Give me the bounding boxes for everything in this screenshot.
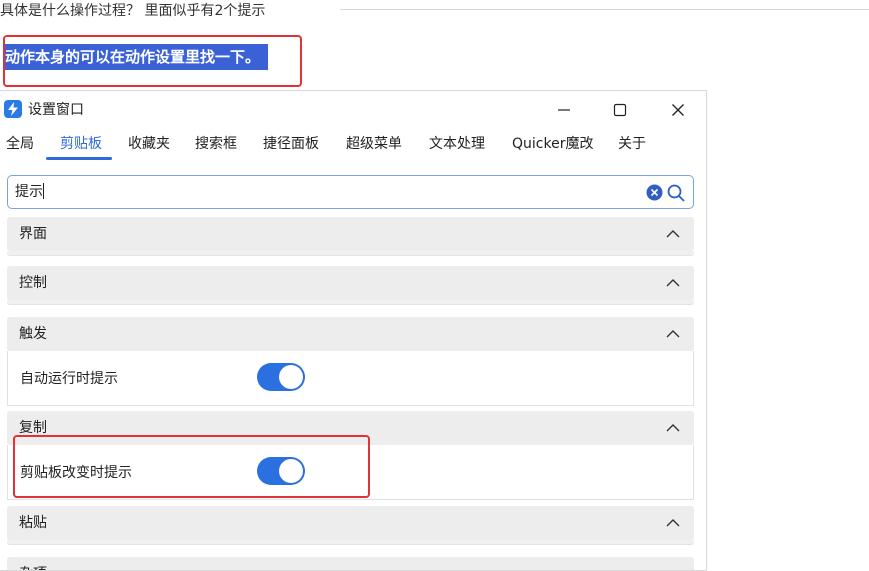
section-header[interactable]: 控制 xyxy=(7,266,694,300)
window-title: 设置窗口 xyxy=(28,102,84,118)
tab-quicker-mod[interactable]: Quicker魔改 xyxy=(512,129,593,163)
app-logo-icon xyxy=(4,100,22,118)
setting-label-auto-run-prompt: 自动运行时提示 xyxy=(20,371,118,387)
auto-run-prompt-toggle[interactable] xyxy=(257,363,305,391)
section-body: 剪贴板改变时提示 xyxy=(7,445,694,500)
close-icon xyxy=(672,104,684,116)
section-header[interactable]: 复制 xyxy=(7,411,694,445)
section-header[interactable]: 触发 xyxy=(7,317,694,351)
chevron-up-icon xyxy=(666,230,680,238)
tab-super-menu[interactable]: 超级菜单 xyxy=(346,129,402,163)
toggle-knob xyxy=(279,365,303,389)
chevron-up-icon xyxy=(665,566,681,571)
section-body: 自动运行时提示 xyxy=(7,351,694,406)
search-input[interactable]: 提示 xyxy=(7,175,694,209)
tab-about[interactable]: 关于 xyxy=(618,129,646,163)
tab-text-processing[interactable]: 文本处理 xyxy=(429,129,485,163)
section-title: 界面 xyxy=(19,226,47,242)
minimize-button[interactable] xyxy=(548,95,580,125)
chevron-up-icon xyxy=(666,330,680,338)
chevron-up-icon xyxy=(666,279,680,287)
annotation-box-answer xyxy=(3,35,302,87)
section-header[interactable]: 粘贴 xyxy=(7,506,694,540)
clipboard-change-prompt-toggle[interactable] xyxy=(257,457,305,485)
question-text: 具体是什么操作过程？ 里面似乎有2个提示 xyxy=(0,3,266,19)
section-title: 杂项 xyxy=(19,565,47,570)
toggle-knob xyxy=(279,459,303,483)
section-title: 控制 xyxy=(19,275,47,291)
section-title: 触发 xyxy=(19,326,47,342)
minimize-icon xyxy=(558,109,570,111)
chevron-up-icon xyxy=(666,519,680,527)
tab-favorites[interactable]: 收藏夹 xyxy=(128,129,170,163)
window-titlebar[interactable]: 设置窗口 xyxy=(0,91,706,129)
active-tab-indicator xyxy=(46,157,112,160)
settings-window: 设置窗口 全局 剪贴板 收藏夹 搜索框 捷径面板 超级菜单 文本处理 Quick… xyxy=(0,90,707,571)
section-title: 复制 xyxy=(19,420,47,436)
screenshot-page: 具体是什么操作过程？ 里面似乎有2个提示 动作本身的可以在动作设置里找一下。 设… xyxy=(0,0,869,571)
tab-search-box[interactable]: 搜索框 xyxy=(195,129,237,163)
maximize-button[interactable] xyxy=(604,95,636,125)
section-header[interactable]: 界面 xyxy=(7,217,694,251)
section-title: 粘贴 xyxy=(19,515,47,531)
tab-global[interactable]: 全局 xyxy=(6,129,34,163)
setting-label-clipboard-change-prompt: 剪贴板改变时提示 xyxy=(20,465,132,481)
divider xyxy=(340,9,869,10)
search-input-value: 提示 xyxy=(15,183,44,200)
maximize-icon xyxy=(613,103,627,117)
search-icon[interactable] xyxy=(666,183,686,203)
chevron-up-icon xyxy=(666,424,680,432)
section-header[interactable]: 杂项 xyxy=(7,557,694,571)
close-button[interactable] xyxy=(662,95,694,125)
tab-shortcut-panel[interactable]: 捷径面板 xyxy=(263,129,319,163)
clear-icon[interactable] xyxy=(646,184,663,201)
